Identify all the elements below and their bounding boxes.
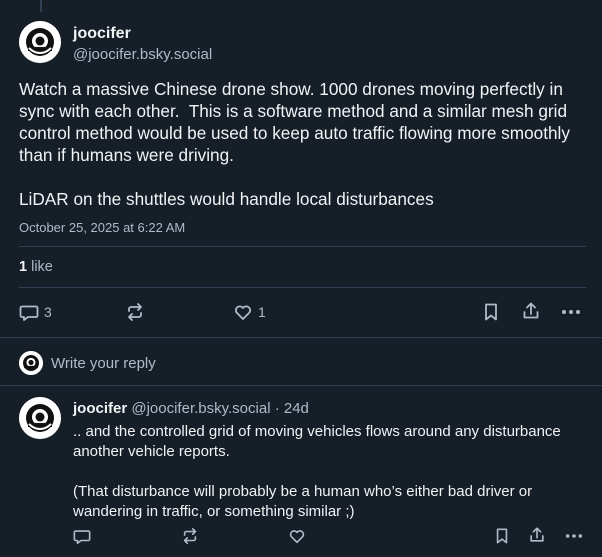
current-user-avatar: [19, 351, 43, 375]
reply-header: joocifer @joocifer.bsky.social · 24d: [73, 400, 309, 417]
reply-bookmark-button[interactable]: [494, 527, 510, 545]
avatar-logo-icon: [19, 397, 61, 439]
heart-icon: [289, 530, 305, 544]
reply-body-text: .. and the controlled grid of moving veh…: [73, 423, 561, 520]
bookmark-icon: [485, 303, 497, 321]
comment-icon: [19, 305, 39, 321]
divider: [0, 337, 602, 338]
reply-author-meta[interactable]: @joocifer.bsky.social · 24d: [127, 400, 309, 417]
reply-author-name[interactable]: joocifer: [73, 400, 127, 417]
divider: [19, 246, 586, 247]
repost-button[interactable]: [125, 302, 145, 322]
reply-input-prompt[interactable]: Write your reply: [51, 355, 156, 372]
heart-icon: [234, 305, 252, 320]
reply-reply-button[interactable]: [73, 527, 91, 545]
share-icon: [523, 302, 539, 319]
divider: [0, 385, 602, 386]
avatar-logo-icon: [19, 351, 43, 375]
share-icon: [530, 527, 544, 542]
reply-count: 3: [44, 304, 52, 320]
comment-icon: [73, 530, 91, 545]
divider: [19, 287, 586, 288]
thread-connector-line: [40, 0, 42, 12]
like-count-number: 1: [19, 259, 28, 275]
reply-author-avatar[interactable]: [19, 397, 61, 439]
reply-more-options-button[interactable]: [564, 527, 584, 545]
avatar-logo-icon: [19, 21, 61, 63]
repost-icon: [128, 303, 142, 321]
bookmark-button[interactable]: [482, 302, 500, 322]
more-options-button[interactable]: [560, 302, 582, 322]
reply-repost-button[interactable]: [181, 527, 199, 545]
author-handle[interactable]: @joocifer.bsky.social: [73, 46, 212, 63]
reply-button[interactable]: 3: [19, 302, 52, 322]
more-icon: [565, 534, 583, 538]
post-body-text: Watch a massive Chinese drone show. 1000…: [19, 79, 570, 209]
reply-like-button[interactable]: [288, 527, 306, 545]
author-display-name[interactable]: joocifer: [73, 25, 131, 43]
like-count-label: like: [27, 259, 53, 275]
like-count-link[interactable]: 1 like: [19, 259, 53, 275]
author-avatar[interactable]: [19, 21, 61, 63]
reply-share-button[interactable]: [528, 526, 546, 544]
repost-icon: [183, 527, 197, 545]
bookmark-icon: [496, 528, 508, 544]
share-button[interactable]: [521, 301, 541, 321]
like-button[interactable]: 1: [233, 302, 266, 322]
more-icon: [562, 310, 580, 314]
post-timestamp[interactable]: October 25, 2025 at 6:22 AM: [19, 220, 185, 235]
like-action-count: 1: [258, 304, 266, 320]
